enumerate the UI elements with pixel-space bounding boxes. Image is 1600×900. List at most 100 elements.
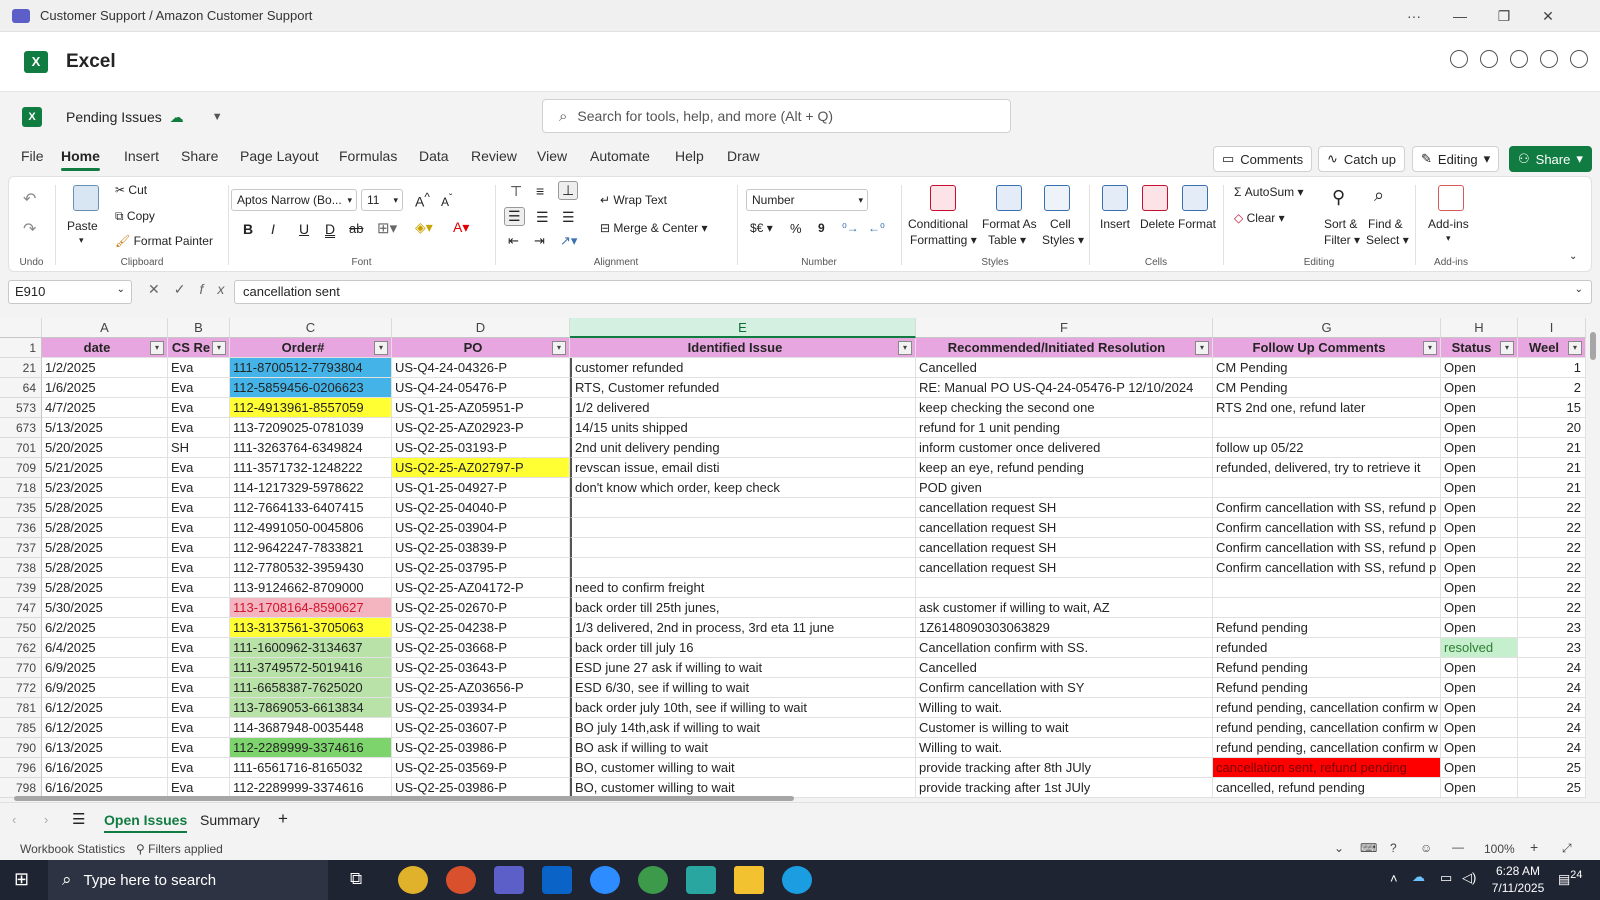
cell-week[interactable]: 2 bbox=[1518, 378, 1586, 398]
info-icon[interactable] bbox=[1540, 50, 1558, 68]
align-bottom-icon[interactable]: ⊥ bbox=[558, 181, 579, 200]
cell-issue[interactable]: 1/2 delivered bbox=[570, 398, 916, 418]
redo-icon[interactable]: ↷ bbox=[23, 219, 36, 239]
cell-order[interactable]: 111-8700512-7793804 bbox=[230, 358, 392, 378]
percent-button[interactable]: % bbox=[790, 221, 802, 236]
onedrive-icon[interactable]: ☁ bbox=[1412, 869, 1425, 885]
align-left-icon[interactable]: ☰ bbox=[504, 207, 525, 226]
horizontal-scroll-thumb[interactable] bbox=[14, 796, 794, 801]
cell-week[interactable]: 1 bbox=[1518, 358, 1586, 378]
cell-status[interactable]: Open bbox=[1441, 678, 1518, 698]
cell-po[interactable]: US-Q2-25-03668-P bbox=[392, 638, 570, 658]
name-box[interactable]: E910 ⌄ bbox=[8, 280, 132, 304]
column-header-d[interactable]: D bbox=[392, 318, 570, 338]
notification-icon[interactable]: ▤24 bbox=[1558, 869, 1582, 887]
cell-date[interactable]: 5/13/2025 bbox=[42, 418, 168, 438]
row-number[interactable]: 750 bbox=[0, 618, 42, 638]
cell-week[interactable]: 23 bbox=[1518, 638, 1586, 658]
ribbon-collapse-icon[interactable]: ⌄ bbox=[1569, 251, 1577, 262]
cell-issue[interactable]: need to confirm freight bbox=[570, 578, 916, 598]
cell-issue[interactable] bbox=[570, 538, 916, 558]
cell-res[interactable]: Cancelled bbox=[916, 358, 1213, 378]
font-color-icon[interactable]: A▾ bbox=[453, 219, 469, 236]
sheet-tab-open-issues[interactable]: Open Issues bbox=[104, 812, 188, 833]
filter-dropdown-icon[interactable]: ▾ bbox=[1500, 341, 1514, 355]
cell-fu[interactable] bbox=[1213, 418, 1441, 438]
shield-icon[interactable] bbox=[1570, 50, 1588, 68]
cell-date[interactable]: 5/28/2025 bbox=[42, 518, 168, 538]
cell-order[interactable]: 111-6658387-7625020 bbox=[230, 678, 392, 698]
close-button[interactable]: ✕ bbox=[1526, 0, 1570, 32]
row-number[interactable]: 738 bbox=[0, 558, 42, 578]
cell-date[interactable]: 6/4/2025 bbox=[42, 638, 168, 658]
cell-order[interactable]: 112-5859456-0206623 bbox=[230, 378, 392, 398]
cell-po[interactable]: US-Q2-25-03795-P bbox=[392, 558, 570, 578]
cell-issue[interactable]: customer refunded bbox=[570, 358, 916, 378]
font-size-select[interactable]: 11 ▾ bbox=[361, 189, 403, 211]
cell-week[interactable]: 21 bbox=[1518, 458, 1586, 478]
cell-cs[interactable]: Eva bbox=[168, 578, 230, 598]
row-number[interactable]: 737 bbox=[0, 538, 42, 558]
cell-issue[interactable]: back order till july 16 bbox=[570, 638, 916, 658]
column-header-g[interactable]: G bbox=[1213, 318, 1441, 338]
cell-date[interactable]: 6/12/2025 bbox=[42, 698, 168, 718]
cell-fu[interactable]: Confirm cancellation with SS, refund p bbox=[1213, 558, 1441, 578]
cell-cs[interactable]: Eva bbox=[168, 538, 230, 558]
cell-po[interactable]: US-Q1-25-AZ05951-P bbox=[392, 398, 570, 418]
orientation-icon[interactable]: ↗▾ bbox=[560, 233, 577, 249]
cell-week[interactable]: 22 bbox=[1518, 498, 1586, 518]
tab-help[interactable]: Help bbox=[675, 148, 704, 164]
row-number[interactable]: 770 bbox=[0, 658, 42, 678]
cell-fu[interactable]: Confirm cancellation with SS, refund p bbox=[1213, 498, 1441, 518]
align-top-icon[interactable]: ⊤ bbox=[510, 183, 522, 200]
cell-issue[interactable]: 14/15 units shipped bbox=[570, 418, 916, 438]
link-icon[interactable] bbox=[1510, 50, 1528, 68]
cell-status[interactable]: Open bbox=[1441, 418, 1518, 438]
increase-font-icon[interactable]: A^ bbox=[415, 191, 430, 210]
cell-cs[interactable]: Eva bbox=[168, 598, 230, 618]
cell-date[interactable]: 5/30/2025 bbox=[42, 598, 168, 618]
increase-indent-icon[interactable]: ⇥ bbox=[534, 233, 545, 249]
cell-cs[interactable]: Eva bbox=[168, 478, 230, 498]
edge-icon[interactable] bbox=[782, 866, 812, 894]
cell-cs[interactable]: Eva bbox=[168, 618, 230, 638]
cell-cs[interactable]: Eva bbox=[168, 638, 230, 658]
cell-po[interactable]: US-Q2-25-03839-P bbox=[392, 538, 570, 558]
cell-week[interactable]: 22 bbox=[1518, 558, 1586, 578]
cell-week[interactable]: 24 bbox=[1518, 738, 1586, 758]
chevron-down-icon[interactable]: ▾ bbox=[1446, 233, 1451, 244]
conditional-formatting-button[interactable]: Conditional bbox=[908, 217, 968, 231]
format-cells-button[interactable]: Format bbox=[1178, 217, 1216, 231]
decrease-decimal-icon[interactable]: ←⁰ bbox=[868, 221, 885, 235]
cell-order[interactable]: 111-6561716-8165032 bbox=[230, 758, 392, 778]
cell-fu[interactable]: refunded, delivered, try to retrieve it bbox=[1213, 458, 1441, 478]
cell-po[interactable]: US-Q2-25-03934-P bbox=[392, 698, 570, 718]
all-sheets-icon[interactable]: ☰ bbox=[72, 810, 85, 828]
cell-status[interactable]: Open bbox=[1441, 398, 1518, 418]
cell-res[interactable]: keep an eye, refund pending bbox=[916, 458, 1213, 478]
align-right-icon[interactable]: ☰ bbox=[562, 209, 575, 226]
addins-button[interactable]: Add-ins bbox=[1428, 217, 1469, 231]
tab-review[interactable]: Review bbox=[471, 148, 517, 164]
cell-date[interactable]: 6/9/2025 bbox=[42, 658, 168, 678]
row-number[interactable]: 798 bbox=[0, 778, 42, 798]
cell-order[interactable]: 111-3571732-1248222 bbox=[230, 458, 392, 478]
cell-week[interactable]: 21 bbox=[1518, 478, 1586, 498]
outlook-icon[interactable] bbox=[542, 866, 572, 894]
cell-date[interactable]: 5/28/2025 bbox=[42, 538, 168, 558]
cell-week[interactable]: 23 bbox=[1518, 618, 1586, 638]
cell-fu[interactable]: CM Pending bbox=[1213, 358, 1441, 378]
cell-po[interactable]: US-Q2-25-03569-P bbox=[392, 758, 570, 778]
cell-issue[interactable] bbox=[570, 558, 916, 578]
cell-issue[interactable]: back order july 10th, see if willing to … bbox=[570, 698, 916, 718]
decrease-indent-icon[interactable]: ⇤ bbox=[508, 233, 519, 249]
sort-filter-button[interactable]: Sort & bbox=[1324, 217, 1357, 231]
cell-res[interactable]: cancellation request SH bbox=[916, 538, 1213, 558]
column-header-e[interactable]: E bbox=[570, 318, 916, 338]
filter-dropdown-icon[interactable]: ▾ bbox=[150, 341, 164, 355]
borders-icon[interactable]: ⊞▾ bbox=[377, 219, 397, 237]
cell-week[interactable]: 24 bbox=[1518, 698, 1586, 718]
cell-issue[interactable] bbox=[570, 498, 916, 518]
cell-fu[interactable]: refunded bbox=[1213, 638, 1441, 658]
column-header-a[interactable]: A bbox=[42, 318, 168, 338]
